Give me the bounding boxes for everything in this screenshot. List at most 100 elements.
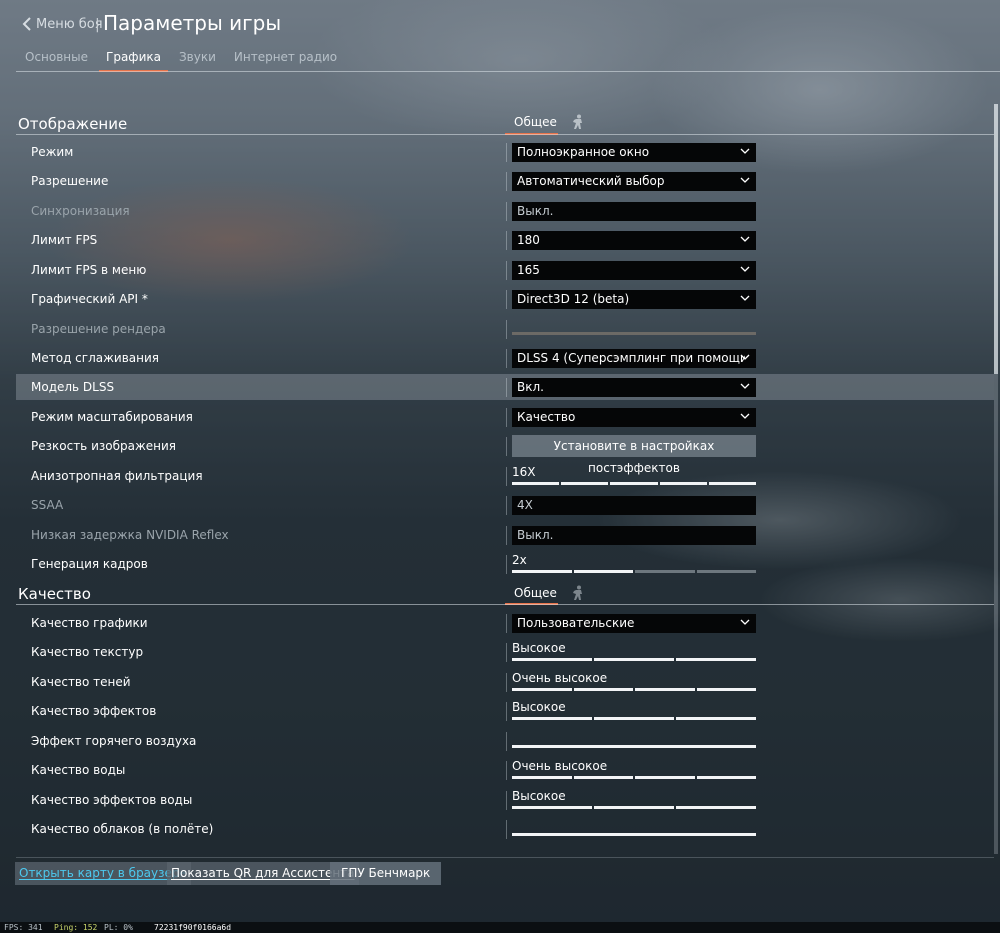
row-label-fps-limit: Лимит FPS bbox=[31, 233, 98, 247]
row-label-cloud-quality: Качество облаков (в полёте) bbox=[31, 822, 214, 836]
slider-segment bbox=[696, 688, 756, 691]
chevron-down-icon bbox=[740, 354, 750, 360]
column-separator bbox=[506, 408, 507, 427]
row-label-frame-generation: Генерация кадров bbox=[31, 557, 148, 571]
graphics-api-dropdown[interactable]: Direct3D 12 (beta) bbox=[512, 290, 756, 309]
session-id: 72231f90f0166a6d bbox=[154, 923, 232, 932]
water-quality-slider[interactable] bbox=[512, 776, 756, 779]
section-title-display: Отображение bbox=[18, 115, 128, 133]
column-separator bbox=[506, 614, 507, 633]
slider-segment bbox=[512, 570, 572, 573]
row-label-reflex: Низкая задержка NVIDIA Reflex bbox=[31, 528, 229, 542]
slider-segment bbox=[610, 482, 658, 485]
soldier-icon[interactable] bbox=[571, 585, 585, 601]
column-separator bbox=[506, 143, 507, 162]
section-divider bbox=[16, 604, 994, 605]
slider-segment bbox=[512, 833, 756, 836]
row-label-effects-quality: Качество эффектов bbox=[31, 704, 157, 718]
cloud-quality-slider[interactable] bbox=[512, 833, 756, 836]
subtab-general-display[interactable]: Общее bbox=[505, 115, 566, 134]
water-effects-quality-slider[interactable] bbox=[512, 806, 756, 809]
scaling-mode-value: Качество bbox=[517, 410, 576, 424]
tab-graphics[interactable]: Графика bbox=[99, 48, 168, 72]
status-bar: FPS: 341 Ping: 152 PL: 0% 72231f90f0166a… bbox=[0, 922, 1000, 933]
chevron-left-icon bbox=[22, 17, 31, 31]
chevron-down-icon bbox=[740, 177, 750, 183]
slider-segment bbox=[676, 658, 756, 661]
chevron-down-icon bbox=[740, 148, 750, 154]
row-label-render-resolution: Разрешение рендера bbox=[31, 322, 166, 336]
slider-segment bbox=[594, 717, 674, 720]
mode-value: Полноэкранное окно bbox=[517, 145, 650, 159]
chevron-down-icon bbox=[740, 413, 750, 419]
page-title: Параметры игры bbox=[103, 11, 282, 35]
column-separator bbox=[506, 320, 507, 339]
row-label-anisotropic: Анизотропная фильтрация bbox=[31, 469, 203, 483]
shadow-quality-slider[interactable] bbox=[512, 688, 756, 691]
scaling-mode-dropdown[interactable]: Качество bbox=[512, 408, 756, 427]
packet-loss: PL: 0% bbox=[104, 923, 133, 932]
open-map-button[interactable]: Открыть карту в браузере bbox=[15, 862, 191, 885]
mode-dropdown[interactable]: Полноэкранное окно bbox=[512, 143, 756, 162]
slider-segment bbox=[512, 745, 756, 748]
show-qr-label: Показать QR для Ассистента bbox=[171, 866, 355, 880]
row-label-sharpness: Резкость изображения bbox=[31, 439, 177, 453]
sync-field: Выкл. bbox=[512, 202, 756, 221]
heat-haze-slider[interactable] bbox=[512, 745, 756, 748]
slider-segment bbox=[635, 776, 695, 779]
render-resolution-slider bbox=[512, 332, 756, 335]
column-separator bbox=[506, 202, 507, 221]
row-label-scaling-mode: Режим масштабирования bbox=[31, 410, 193, 424]
row-label-texture-quality: Качество текстур bbox=[31, 645, 144, 659]
column-separator bbox=[506, 526, 507, 545]
row-label-shadow-quality: Качество теней bbox=[31, 675, 131, 689]
anisotropic-slider[interactable] bbox=[512, 482, 757, 485]
column-separator bbox=[506, 820, 507, 839]
texture-quality-slider[interactable] bbox=[512, 658, 756, 661]
chevron-down-icon bbox=[740, 266, 750, 272]
section-title-quality: Качество bbox=[18, 585, 91, 603]
frame-generation-slider[interactable] bbox=[512, 570, 756, 573]
soldier-icon[interactable] bbox=[571, 114, 585, 130]
menu-fps-limit-dropdown[interactable]: 165 bbox=[512, 261, 756, 280]
open-map-label: Открыть карту в браузере bbox=[19, 866, 187, 880]
column-separator bbox=[506, 349, 507, 368]
column-separator bbox=[506, 231, 507, 250]
tab-basic[interactable]: Основные bbox=[18, 48, 95, 72]
row-label-dlss-model: Модель DLSS bbox=[31, 380, 115, 394]
row-label-water-effects-quality: Качество эффектов воды bbox=[31, 793, 193, 807]
settings-tabs: Основные Графика Звуки Интернет радио bbox=[18, 48, 348, 72]
scrollbar-thumb[interactable] bbox=[994, 104, 998, 374]
gpu-benchmark-button[interactable]: ГПУ Бенчмарк bbox=[330, 862, 442, 885]
column-separator bbox=[506, 496, 507, 515]
effects-quality-slider[interactable] bbox=[512, 717, 756, 720]
column-separator bbox=[506, 791, 507, 810]
dlss-model-dropdown[interactable]: Вкл. bbox=[512, 378, 756, 397]
water-quality-value: Очень высокое bbox=[512, 759, 608, 773]
antialiasing-dropdown[interactable]: DLSS 4 (Суперсэмплинг при помощи глубоко… bbox=[512, 349, 756, 368]
slider-segment bbox=[676, 806, 756, 809]
fps-limit-dropdown[interactable]: 180 bbox=[512, 231, 756, 250]
dlss-model-value: Вкл. bbox=[517, 380, 544, 394]
effects-quality-value: Высокое bbox=[512, 700, 566, 714]
graphics-quality-dropdown[interactable]: Пользовательские bbox=[512, 614, 756, 633]
slider-segment bbox=[512, 806, 592, 809]
column-separator bbox=[506, 467, 507, 486]
sharpness-postfx-button[interactable]: Установите в настройках постэффектов bbox=[512, 435, 756, 475]
back-label: Меню боя bbox=[36, 16, 103, 32]
graphics-quality-value: Пользовательские bbox=[517, 616, 635, 630]
column-separator bbox=[506, 673, 507, 692]
resolution-dropdown[interactable]: Автоматический выбор bbox=[512, 172, 756, 191]
column-separator bbox=[506, 437, 507, 456]
chevron-down-icon bbox=[740, 295, 750, 301]
column-separator bbox=[506, 643, 507, 662]
tab-internet-radio[interactable]: Интернет радио bbox=[227, 48, 344, 72]
resolution-value: Автоматический выбор bbox=[517, 174, 665, 188]
row-label-ssaa: SSAA bbox=[31, 498, 64, 512]
graphics-api-value: Direct3D 12 (beta) bbox=[517, 292, 630, 306]
anisotropic-value: 16X bbox=[512, 465, 536, 479]
back-button[interactable]: Меню боя bbox=[22, 16, 103, 32]
section-divider bbox=[16, 134, 994, 135]
slider-segment bbox=[573, 570, 633, 573]
tab-sounds[interactable]: Звуки bbox=[172, 48, 223, 72]
